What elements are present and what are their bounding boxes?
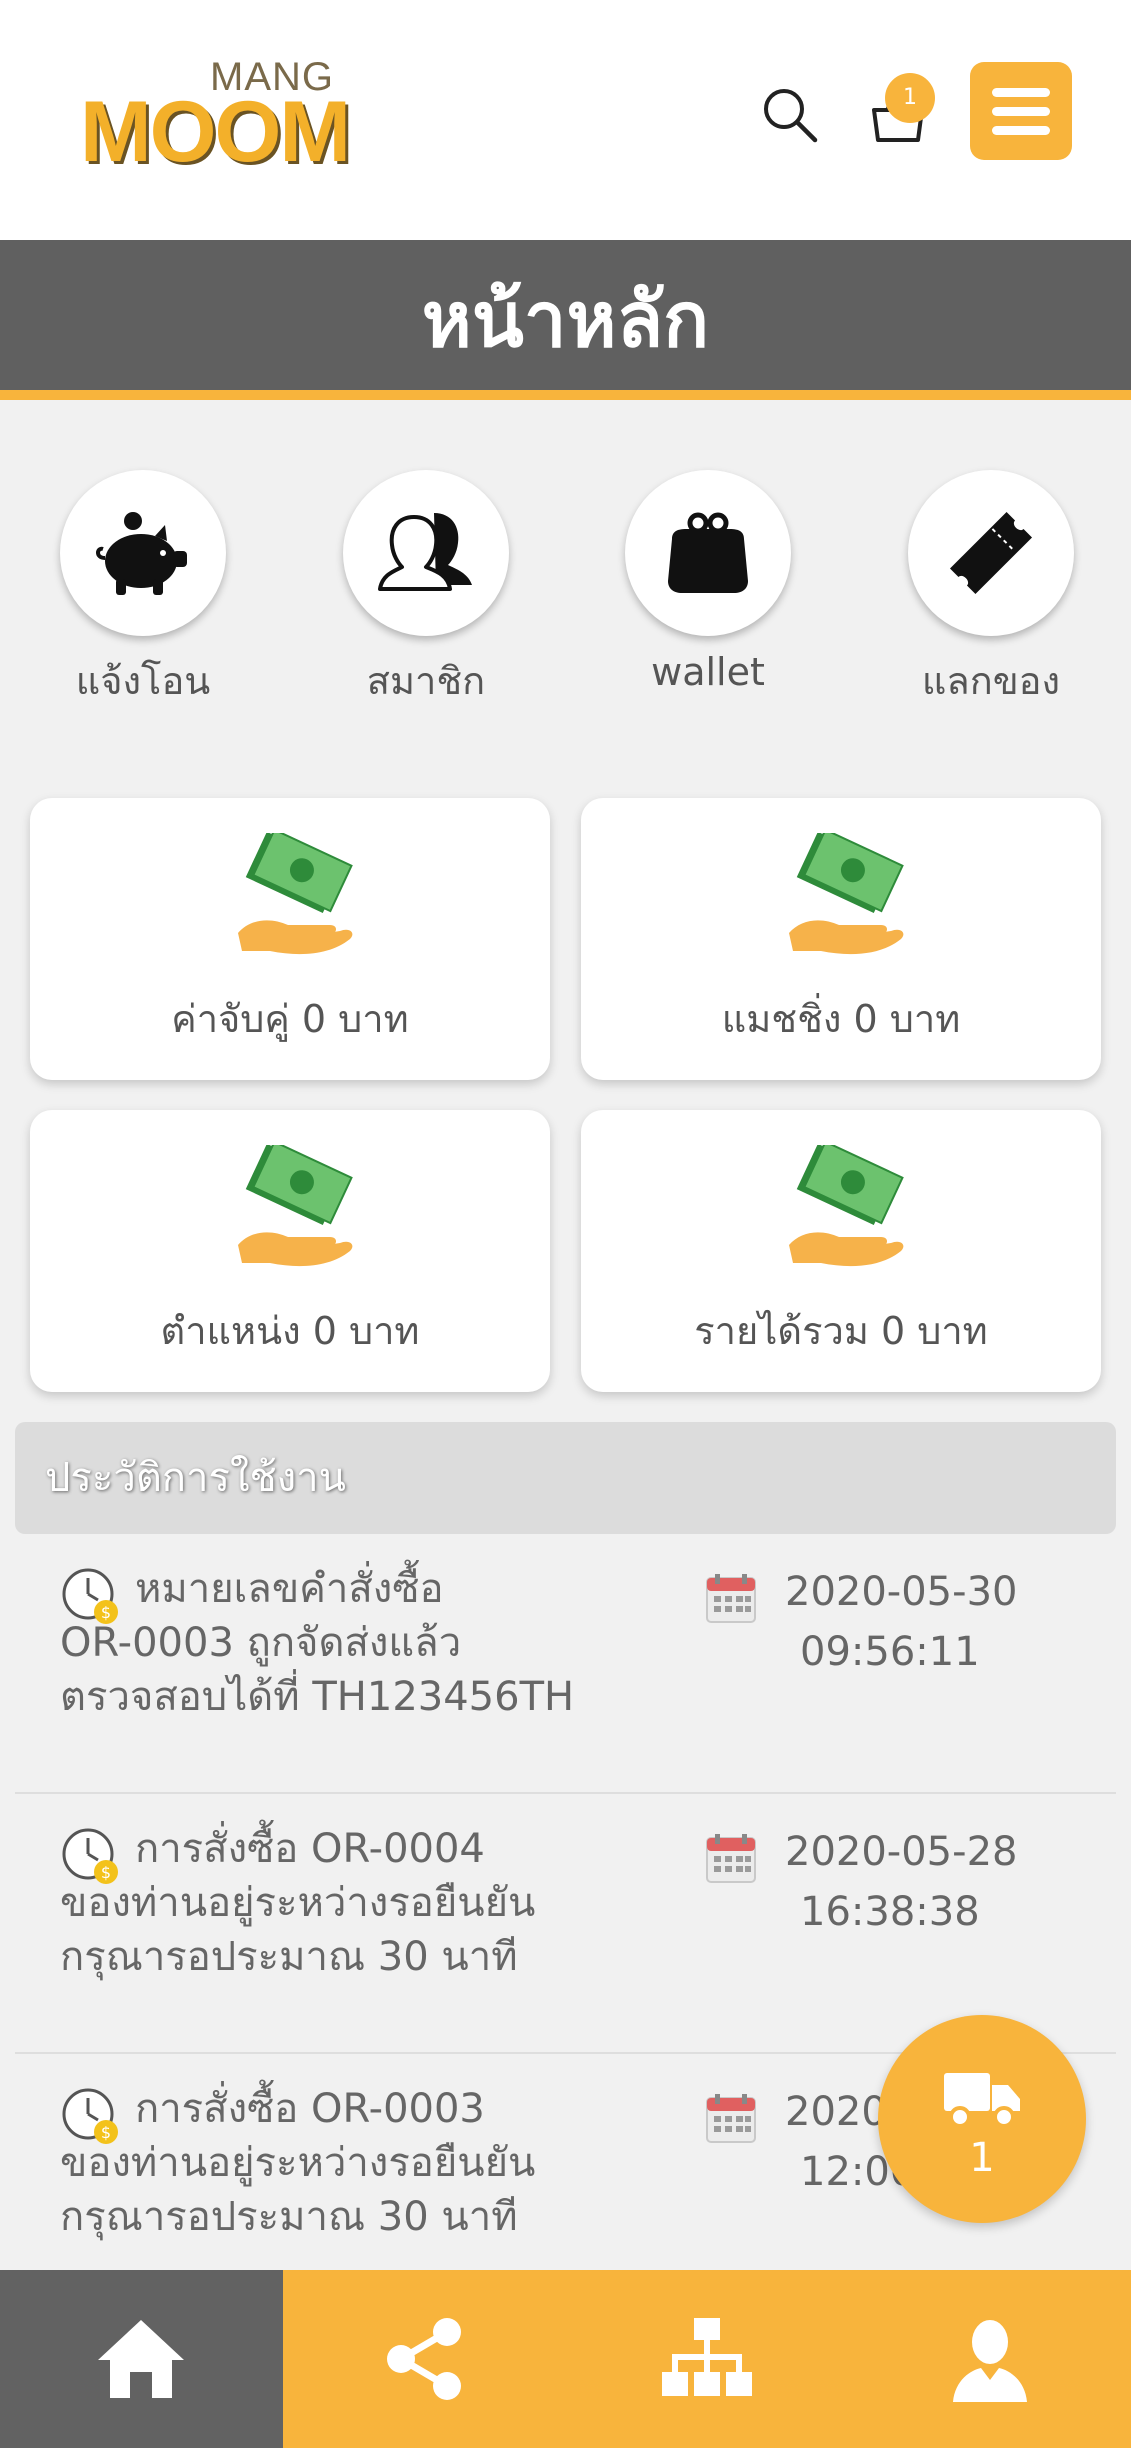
ticket-icon	[949, 511, 1033, 595]
delivery-fab-button[interactable]: 1	[878, 2015, 1086, 2223]
quick-action-members[interactable]: สมาชิก	[343, 470, 509, 711]
history-section-header: ประวัติการใช้งาน	[15, 1422, 1116, 1534]
page-title: หน้าหลัก	[421, 275, 710, 364]
delivery-count: 1	[969, 2135, 995, 2181]
history-title: ประวัติการใช้งาน	[45, 1455, 346, 1501]
summary-card-total-income[interactable]: รายได้รวม 0 บาท	[581, 1110, 1101, 1392]
share-icon	[387, 2318, 461, 2400]
org-chart-icon	[662, 2318, 752, 2396]
history-message: หมายเลขคำสั่งซื้อ OR-0003 ถูกจัดส่งแล้ว …	[60, 1562, 700, 1724]
card-label: ค่าจับคู่ 0 บาท	[171, 997, 409, 1041]
history-date: 2020-05-28	[785, 1829, 1018, 1875]
page-title-bar: หน้าหลัก	[0, 240, 1131, 400]
history-line-2: OR-0003 ถูกจัดส่งแล้ว	[60, 1620, 462, 1666]
history-line-3: กรุณารอประมาณ 30 นาที	[60, 2194, 518, 2240]
money-hand-icon	[789, 1145, 904, 1267]
history-message: การสั่งซื้อ OR-0004 ของท่านอยู่ระหว่างรอ…	[60, 1822, 700, 1984]
summary-card-pairing[interactable]: ค่าจับคู่ 0 บาท	[30, 798, 550, 1080]
home-icon	[98, 2320, 184, 2398]
history-message: การสั่งซื้อ OR-0003 ของท่านอยู่ระหว่างรอ…	[60, 2082, 700, 2244]
nav-share[interactable]	[283, 2270, 566, 2448]
calendar-icon	[706, 1574, 756, 1623]
history-time: 09:56:11	[800, 1629, 980, 1675]
wallet-icon	[668, 512, 748, 593]
history-time: 16:38:38	[800, 1889, 980, 1935]
history-line-3: ตรวจสอบได้ที่ TH123456TH	[60, 1674, 575, 1720]
quick-action-label: สมาชิก	[366, 659, 486, 703]
bottom-navigation	[0, 2270, 1131, 2448]
app-header: MANG MOOM 1	[0, 0, 1131, 240]
nav-home[interactable]	[0, 2270, 283, 2448]
history-date: 2020-05-30	[785, 1569, 1018, 1615]
nav-network[interactable]	[566, 2270, 849, 2448]
quick-action-circle[interactable]	[908, 470, 1074, 636]
quick-action-wallet[interactable]: wallet	[625, 470, 791, 694]
history-item[interactable]: $ หมายเลขคำสั่งซื้อ OR-0003 ถูกจัดส่งแล้…	[15, 1534, 1116, 1794]
piggy-bank-icon	[96, 512, 187, 595]
summary-card-matching[interactable]: แมชชิ่ง 0 บาท	[581, 798, 1101, 1080]
members-icon	[378, 513, 472, 591]
brand-logo[interactable]: MANG MOOM	[80, 55, 380, 175]
quick-action-transfer[interactable]: แจ้งโอน	[60, 470, 226, 711]
quick-action-label: wallet	[651, 650, 765, 694]
card-label: ตำแหน่ง 0 บาท	[160, 1309, 420, 1353]
card-label: แมชชิ่ง 0 บาท	[721, 997, 961, 1041]
history-line-2: ของท่านอยู่ระหว่างรอยืนยัน	[60, 1880, 536, 1926]
history-line-1: หมายเลขคำสั่งซื้อ	[135, 1566, 444, 1612]
history-line-3: กรุณารอประมาณ 30 นาที	[60, 1934, 518, 1980]
nav-profile[interactable]	[849, 2270, 1131, 2448]
user-icon	[953, 2320, 1027, 2402]
money-hand-icon	[789, 833, 904, 955]
history-line-2: ของท่านอยู่ระหว่างรอยืนยัน	[60, 2140, 536, 2186]
calendar-icon	[706, 2094, 756, 2143]
money-hand-icon	[238, 833, 353, 955]
quick-action-label: แลกของ	[921, 659, 1061, 703]
hamburger-menu-button[interactable]	[970, 62, 1072, 160]
quick-action-redeem[interactable]: แลกของ	[908, 470, 1074, 711]
summary-card-position[interactable]: ตำแหน่ง 0 บาท	[30, 1110, 550, 1392]
quick-action-circle[interactable]	[60, 470, 226, 636]
quick-action-circle[interactable]	[343, 470, 509, 636]
cart-count-badge: 1	[885, 73, 935, 123]
calendar-icon	[706, 1834, 756, 1883]
history-item[interactable]: $ การสั่งซื้อ OR-0004 ของท่านอยู่ระหว่าง…	[15, 1794, 1116, 2054]
delivery-truck-icon	[944, 2073, 1020, 2128]
history-line-1: การสั่งซื้อ OR-0004	[135, 1826, 485, 1872]
money-hand-icon	[238, 1145, 353, 1267]
card-label: รายได้รวม 0 บาท	[694, 1309, 988, 1353]
logo-big-text: MOOM	[80, 84, 351, 180]
quick-action-circle[interactable]	[625, 470, 791, 636]
history-line-1: การสั่งซื้อ OR-0003	[135, 2086, 485, 2132]
search-icon[interactable]	[760, 85, 820, 145]
quick-action-label: แจ้งโอน	[75, 659, 211, 703]
